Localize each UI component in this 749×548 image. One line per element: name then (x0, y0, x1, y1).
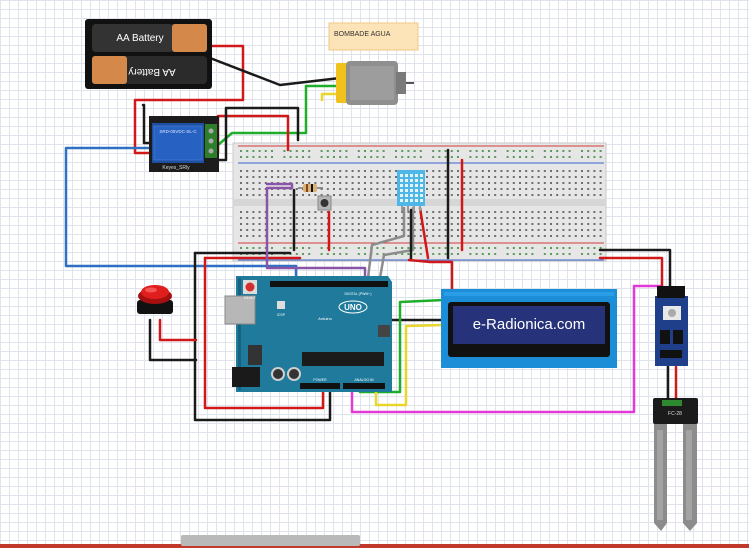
battery-label-top: AA Battery (116, 33, 163, 44)
horizontal-scrollbar[interactable] (181, 535, 360, 546)
lcd-text: e-Radionica.com (473, 316, 586, 333)
arduino-reset-label: RESET (244, 296, 257, 300)
pump-label: BOMBADE AGUA (334, 31, 391, 38)
moisture-probe: FC-28 (653, 398, 698, 531)
arduino-icsp-label: ICSP (277, 313, 286, 317)
push-button (137, 285, 173, 314)
arduino-analog-label: ANALOG IN (354, 378, 374, 382)
relay-model: SRD-05VDC-SL-C (159, 129, 197, 134)
arduino-uno: RESET DIGITAL (PWM~) ICSP UNO Arduino PO… (224, 276, 392, 392)
relay-label: Keyes_SRly (162, 165, 190, 171)
arduino-power-label: POWER (313, 378, 327, 382)
bottom-border (0, 544, 749, 548)
dht-sensor (397, 170, 425, 211)
push-button-small (317, 195, 332, 211)
moisture-module (655, 286, 688, 366)
wire-button-red (158, 318, 198, 342)
dc-motor (336, 61, 414, 105)
battery-pack: AA Battery AA Battery (85, 19, 212, 89)
arduino-digital-label: DIGITAL (PWM~) (344, 292, 371, 296)
wire-battery-black (208, 56, 342, 87)
relay-module: SRD-05VDC-SL-C Keyes_SRly (149, 116, 219, 172)
lcd-module: e-Radionica.com (441, 289, 617, 368)
pump-label-note: BOMBADE AGUA (328, 22, 419, 51)
arduino-brand: UNO (344, 303, 362, 312)
circuit-canvas: AA Battery AA Battery BOMBADE AGUA SRD-0… (64, 19, 698, 531)
arduino-sub: Arduino (318, 316, 333, 321)
battery-label-bottom: AA Battery (128, 66, 175, 77)
moisture-label: FC-28 (668, 411, 682, 417)
